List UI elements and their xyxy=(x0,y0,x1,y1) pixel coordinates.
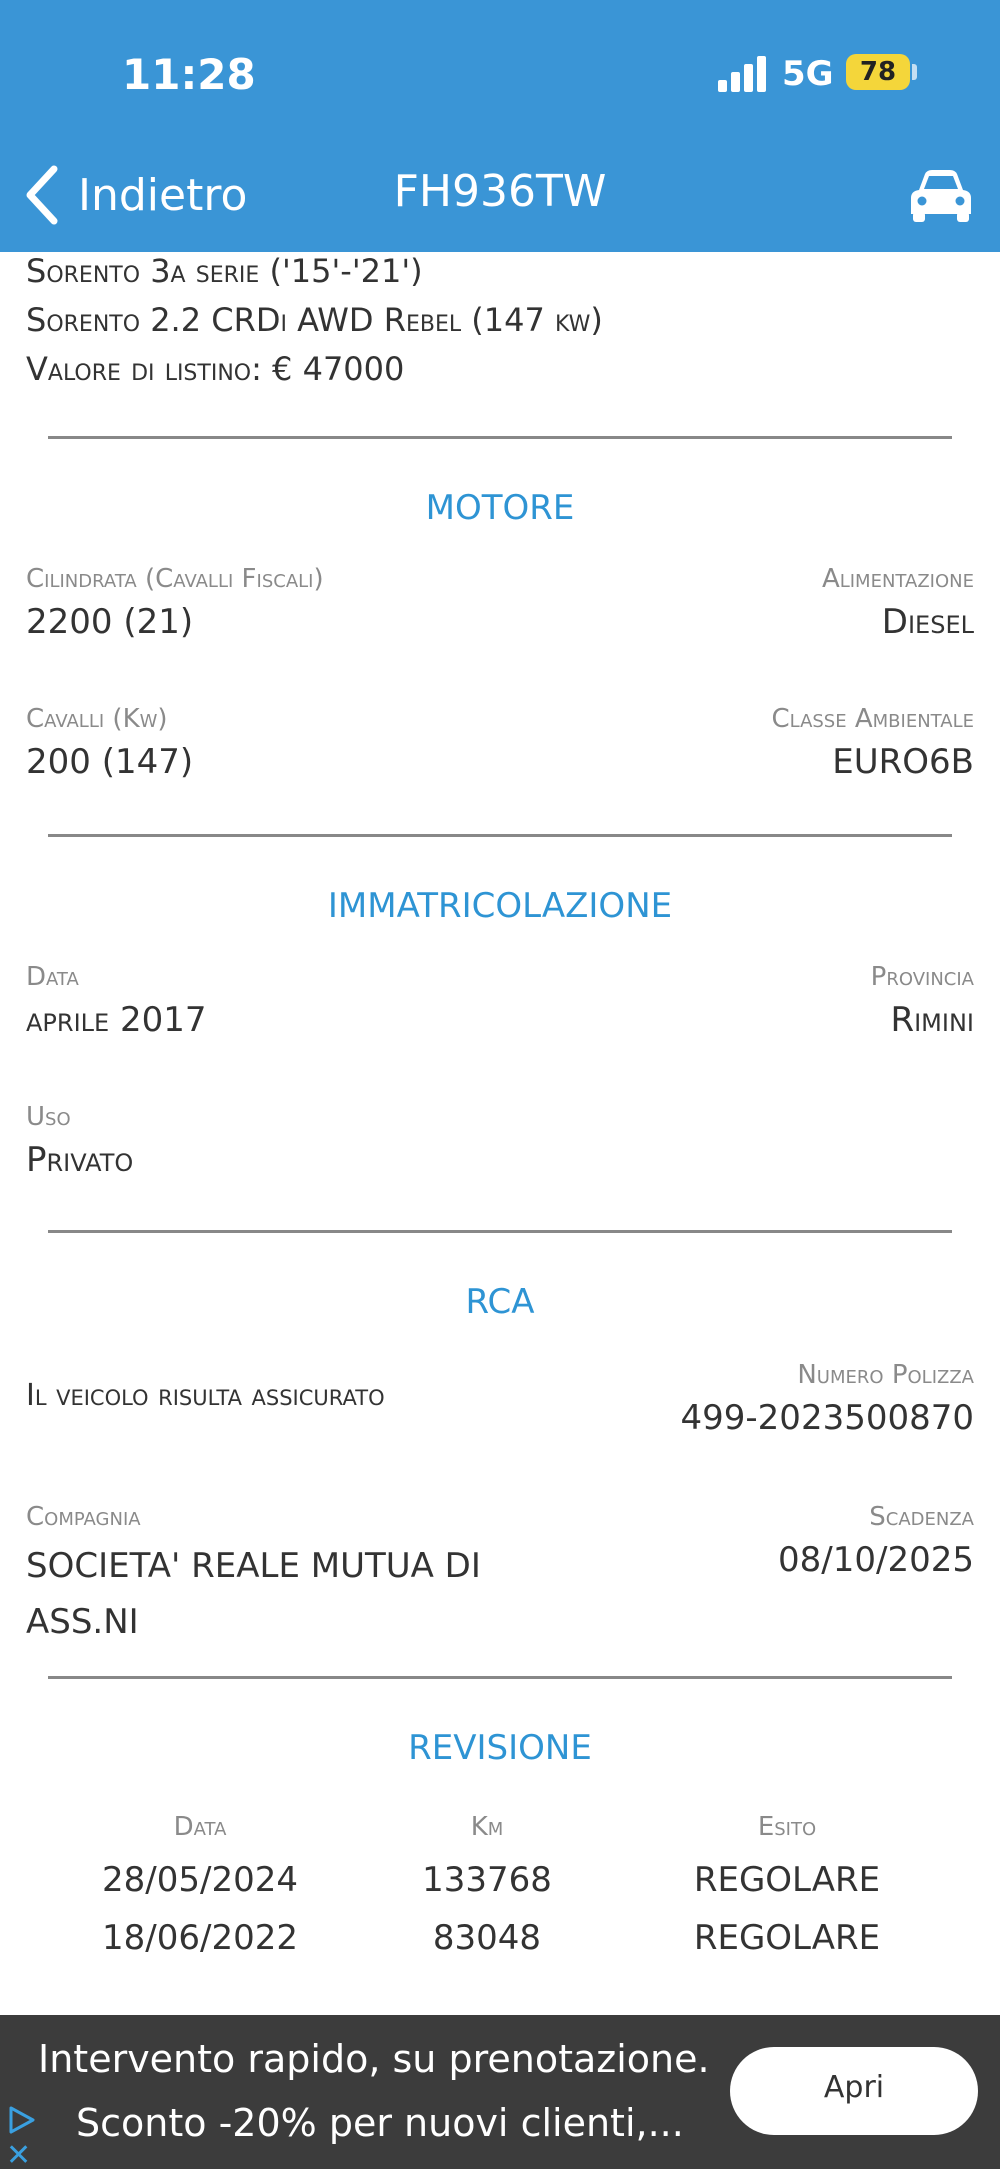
cavalli-label: Cavalli (Kw) xyxy=(26,704,168,734)
uso-label: Uso xyxy=(26,1102,71,1132)
compagnia-value: SOCIETA' REALE MUTUA DI ASS.NI xyxy=(26,1546,481,1642)
app-header: 11:28 5G 78 Indietro FH936TW xyxy=(0,0,1000,252)
section-title-immatricolazione: IMMATRICOLAZIONE xyxy=(327,886,673,926)
revisione-row-2-km: 83048 xyxy=(432,1918,542,1958)
classe-ambientale-label: Classe Ambientale xyxy=(771,704,974,734)
section-title-rca: RCA xyxy=(465,1282,535,1322)
model-version: Sorento 2.2 CRDi AWD Rebel (147 kw) xyxy=(26,301,603,339)
chevron-left-icon xyxy=(26,165,58,225)
signal-icon xyxy=(718,54,770,92)
revisione-row-1-km: 133768 xyxy=(422,1860,552,1900)
cilindrata-value: 2200 (21) xyxy=(26,602,194,642)
scadenza-label: Scadenza xyxy=(869,1502,974,1532)
divider xyxy=(48,436,952,439)
ad-banner[interactable]: Intervento rapido, su prenotazione. Scon… xyxy=(0,2015,1000,2171)
back-label: Indietro xyxy=(78,169,248,221)
divider xyxy=(48,1676,952,1679)
cavalli-value: 200 (147) xyxy=(26,742,194,782)
network-label: 5G xyxy=(782,54,834,94)
adchoices-icon[interactable] xyxy=(6,2105,36,2135)
revisione-row-1-esito: REGOLARE xyxy=(693,1860,881,1900)
provincia-value: Rimini xyxy=(890,1000,974,1040)
uso-value: Privato xyxy=(26,1140,134,1180)
scadenza-value: 08/10/2025 xyxy=(778,1540,974,1580)
compagnia-label: Compagnia xyxy=(26,1502,141,1532)
immatricolazione-data-label: Data xyxy=(26,962,79,992)
cilindrata-label: Cilindrata (Cavalli Fiscali) xyxy=(26,564,324,594)
status-time: 11:28 xyxy=(122,50,256,99)
battery-icon: 78 xyxy=(846,54,910,90)
ad-open-button[interactable]: Apri xyxy=(730,2047,978,2135)
list-price: Valore di listino: € 47000 xyxy=(26,350,405,388)
divider xyxy=(48,834,952,837)
section-title-revisione: REVISIONE xyxy=(408,1728,592,1768)
alimentazione-label: Alimentazione xyxy=(821,564,974,594)
numero-polizza-label: Numero Polizza xyxy=(797,1360,974,1390)
revisione-row-2-esito: REGOLARE xyxy=(693,1918,881,1958)
provincia-label: Provincia xyxy=(870,962,974,992)
revisione-row-2-data: 18/06/2022 xyxy=(102,1918,298,1958)
section-title-motore: MOTORE xyxy=(425,488,575,528)
ad-subline: Sconto -20% per nuovi clienti,... xyxy=(76,2101,684,2145)
revisione-row-1-data: 28/05/2024 xyxy=(102,1860,298,1900)
back-button[interactable]: Indietro xyxy=(22,160,247,230)
rca-status: Il veicolo risulta assicurato xyxy=(26,1378,385,1413)
numero-polizza-value: 499-2023500870 xyxy=(680,1398,974,1438)
alimentazione-value: Diesel xyxy=(881,602,974,642)
car-icon[interactable] xyxy=(905,164,977,226)
immatricolazione-data-value: aprile 2017 xyxy=(26,1000,207,1040)
revisione-header-esito: Esito xyxy=(757,1812,817,1842)
divider xyxy=(48,1230,952,1233)
classe-ambientale-value: EURO6B xyxy=(832,742,974,782)
ad-headline: Intervento rapido, su prenotazione. xyxy=(38,2037,710,2081)
close-icon[interactable]: ✕ xyxy=(6,2141,31,2171)
revisione-header-km: Km xyxy=(470,1812,504,1842)
model-series: Sorento 3a serie ('15'-'21') xyxy=(26,252,423,290)
battery-tip xyxy=(912,64,917,80)
revisione-header-data: Data xyxy=(173,1812,227,1842)
